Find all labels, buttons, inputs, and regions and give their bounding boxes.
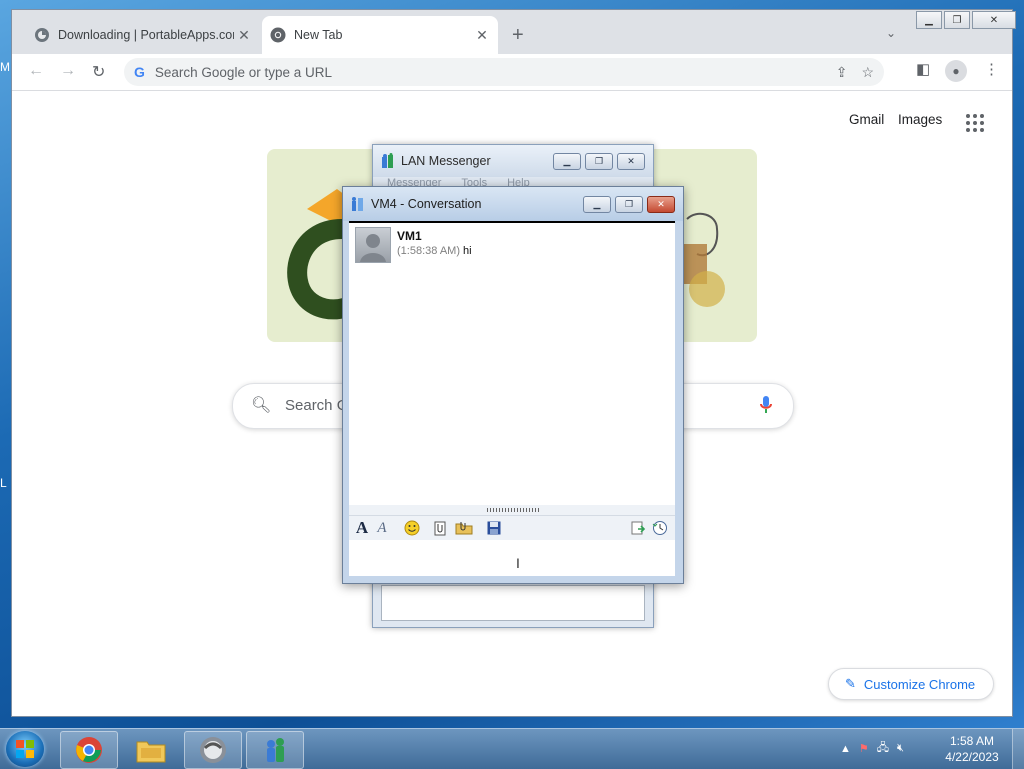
apps-grid-icon[interactable] — [966, 114, 984, 132]
window-buttons: ▁ ❐ ✕ — [583, 196, 675, 213]
attach-file-icon[interactable] — [431, 519, 449, 537]
tab-strip: Downloading | PortableApps.com ✕ New Tab… — [12, 10, 1016, 54]
close-icon[interactable]: ✕ — [617, 153, 645, 170]
taskbar-portableapps[interactable] — [184, 731, 242, 769]
message-time: (1:58:38 AM) — [397, 245, 460, 257]
taskbar: ▲ ⚑ 🖧 🔇︎ 1:58 AM 4/22/2023 — [0, 728, 1024, 769]
restore-icon[interactable]: ❐ — [944, 11, 970, 29]
back-arrow-icon[interactable]: ← — [28, 62, 44, 80]
tray-expand-icon[interactable]: ▲ — [840, 743, 851, 755]
message-history[interactable]: VM1 (1:58:38 AM) hi — [349, 221, 675, 507]
google-g-icon: G — [134, 64, 145, 80]
clock-date: 4/22/2023 — [945, 750, 999, 764]
pencil-icon: ✎ — [845, 676, 856, 691]
splitter-grip[interactable] — [487, 508, 541, 512]
lan-messenger-icon — [267, 738, 284, 762]
windows-logo-icon — [16, 740, 34, 758]
start-button[interactable] — [6, 731, 44, 767]
window-title: VM4 - Conversation — [371, 197, 482, 211]
restore-icon[interactable]: ❐ — [615, 196, 643, 213]
history-clock-icon[interactable] — [651, 519, 669, 537]
microphone-icon[interactable] — [759, 395, 773, 418]
volume-muted-icon[interactable]: 🔇︎ — [897, 742, 904, 755]
message-meta: (1:58:38 AM) hi — [397, 245, 472, 257]
customize-chrome-button[interactable]: ✎ Customize Chrome — [828, 668, 994, 700]
tab-close-icon[interactable]: ✕ — [472, 27, 492, 44]
profile-icon: ● — [945, 60, 967, 82]
reload-icon[interactable]: ↻ — [92, 62, 105, 82]
conversation-window: VM4 - Conversation ▁ ❐ ✕ VM1 (1:58:38 AM… — [342, 186, 684, 584]
send-folder-icon[interactable] — [455, 519, 473, 537]
bookmark-star-icon[interactable]: ☆ — [861, 64, 874, 81]
avatar — [355, 227, 391, 263]
taskbar-chrome[interactable] — [60, 731, 118, 769]
tab-search-chevron-icon[interactable]: ⌄ — [886, 26, 896, 40]
side-panel-icon[interactable]: ◧ — [916, 60, 930, 78]
desktop-edge-text: L — [0, 476, 7, 490]
share-icon[interactable]: ⇪ — [836, 64, 848, 81]
close-icon[interactable]: ✕ — [972, 11, 1016, 29]
action-center-flag-icon[interactable]: ⚑ — [859, 742, 869, 755]
conversation-icon — [351, 196, 365, 212]
portableapps-icon — [200, 737, 226, 763]
save-icon[interactable] — [485, 519, 503, 537]
file-explorer-icon — [136, 741, 166, 763]
minimize-icon[interactable]: ▁ — [916, 11, 942, 29]
taskbar-lan-messenger[interactable] — [246, 731, 304, 769]
clock-time: 1:58 AM — [949, 734, 995, 748]
tab-title: New Tab — [294, 28, 343, 42]
formatting-toolbar: A A — [349, 515, 675, 541]
tab-downloading[interactable]: Downloading | PortableApps.com ✕ — [26, 16, 260, 54]
search-icon: 🔍︎ — [251, 397, 272, 414]
gmail-link[interactable]: Gmail — [849, 112, 884, 127]
minimize-icon[interactable]: ▁ — [583, 196, 611, 213]
taskbar-explorer[interactable] — [122, 731, 180, 769]
browser-toolbar: ← → ↻ G Search Google or type a URL ⇪ ☆ … — [12, 54, 1012, 91]
lan-messenger-icon — [381, 153, 395, 169]
customize-label: Customize Chrome — [863, 676, 976, 692]
message-sender: VM1 — [397, 229, 422, 243]
omnibox-placeholder: Search Google or type a URL — [154, 64, 332, 80]
menu-kebab-icon[interactable]: ⋮ — [984, 60, 999, 78]
smiley-icon[interactable] — [403, 519, 421, 537]
tab-new-tab[interactable]: New Tab ✕ — [262, 16, 498, 54]
lan-messenger-titlebar[interactable]: LAN Messenger ▁ ❐ ✕ — [373, 145, 653, 177]
pane-splitter[interactable] — [349, 505, 675, 515]
text-cursor-icon: I — [516, 555, 520, 571]
portableapps-icon — [34, 27, 50, 43]
message-text: hi — [463, 245, 472, 257]
forward-arrow-icon[interactable]: → — [60, 62, 76, 80]
new-tab-plus-icon[interactable]: + — [512, 24, 524, 47]
omnibox[interactable]: G Search Google or type a URL ⇪ ☆ — [124, 58, 884, 86]
minimize-icon[interactable]: ▁ — [553, 153, 581, 170]
message-input[interactable]: I — [349, 540, 675, 576]
conversation-titlebar[interactable]: VM4 - Conversation ▁ ❐ ✕ — [343, 187, 683, 221]
lan-status-panel — [381, 585, 645, 621]
chrome-icon — [76, 737, 102, 763]
window-title: LAN Messenger — [401, 154, 491, 168]
tab-title: Downloading | PortableApps.com — [58, 28, 234, 42]
window-buttons: ▁ ❐ ✕ — [553, 153, 645, 170]
profile-avatar[interactable]: ● — [945, 60, 967, 82]
network-icon[interactable]: 🖧 — [877, 739, 889, 758]
window-controls: ▁ ❐ ✕ — [916, 11, 1018, 29]
show-desktop-button[interactable] — [1012, 729, 1024, 769]
font-color-icon[interactable]: A — [373, 519, 391, 537]
transfer-icon[interactable] — [629, 519, 647, 537]
tab-close-icon[interactable]: ✕ — [234, 27, 254, 44]
restore-icon[interactable]: ❐ — [585, 153, 613, 170]
font-icon[interactable]: A — [353, 518, 371, 537]
close-icon[interactable]: ✕ — [647, 196, 675, 213]
taskbar-clock[interactable]: 1:58 AM 4/22/2023 — [940, 733, 1004, 765]
chrome-icon — [270, 27, 286, 43]
system-tray: ▲ ⚑ 🖧 🔇︎ — [840, 739, 904, 758]
desktop-edge-text: M — [0, 60, 10, 74]
images-link[interactable]: Images — [898, 112, 942, 127]
